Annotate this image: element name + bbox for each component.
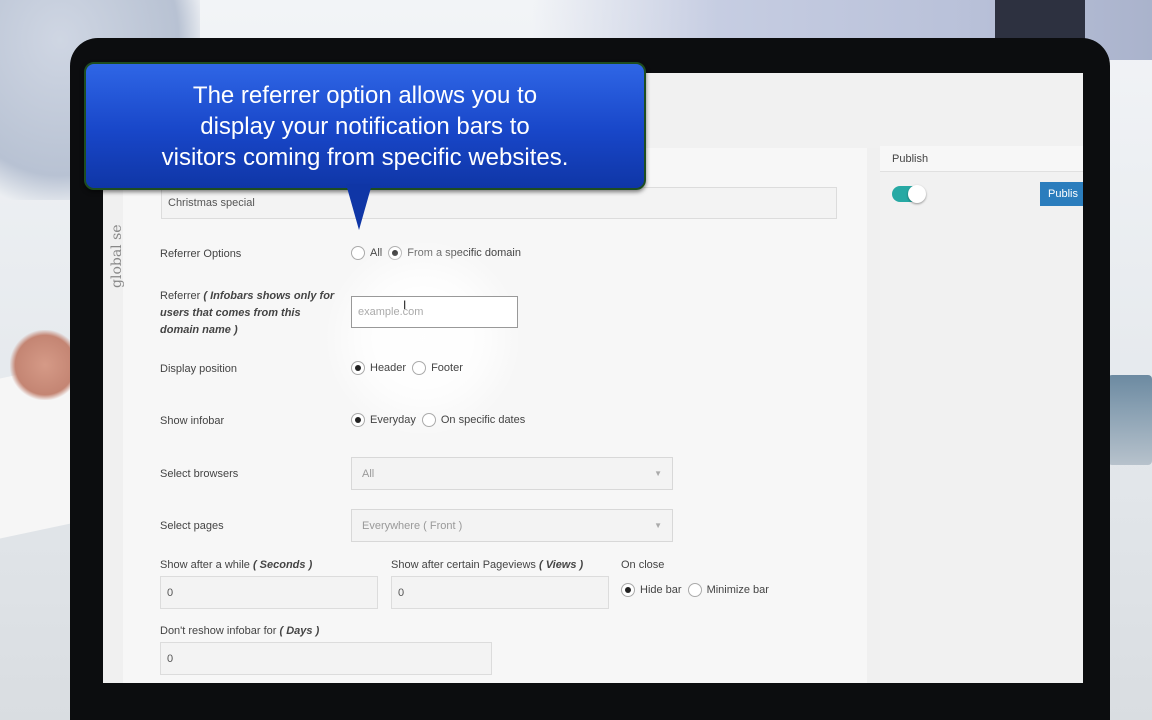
dont-reshow-label: Don't reshow infobar for ( Days )	[160, 625, 320, 637]
chevron-down-icon: ▼	[654, 521, 662, 530]
radio-everyday[interactable]: Everyday	[351, 413, 416, 427]
pages-select-value: Everywhere ( Front )	[362, 519, 463, 532]
publish-panel: Publish Publis	[880, 146, 1083, 683]
pages-select[interactable]: Everywhere ( Front ) ▼	[351, 509, 673, 542]
display-position-label: Display position	[160, 363, 238, 375]
show-after-while-label: Show after a while ( Seconds )	[160, 559, 313, 571]
referrer-domain-input[interactable]: example.com	[351, 296, 518, 328]
radio-minimize-bar[interactable]: Minimize bar	[687, 583, 769, 597]
radio-hide-bar[interactable]: Hide bar	[621, 583, 682, 597]
pageviews-input[interactable]: 0	[391, 576, 609, 609]
on-close-label: On close	[621, 559, 665, 571]
on-close-radios: Hide bar Minimize bar	[621, 583, 775, 597]
settings-fields: example.com Display position Header Foot…	[123, 148, 867, 683]
publish-title: Publish	[880, 146, 1083, 172]
seconds-input[interactable]: 0	[160, 576, 378, 609]
radio-specific-dates[interactable]: On specific dates	[421, 413, 525, 427]
select-pages-label: Select pages	[160, 520, 224, 532]
browsers-select-value: All	[362, 467, 375, 480]
text-cursor-icon: I	[403, 298, 407, 312]
select-browsers-label: Select browsers	[160, 468, 239, 480]
callout-pointer	[346, 184, 372, 230]
radio-footer[interactable]: Footer	[412, 361, 463, 375]
tutorial-callout: The referrer option allows you to displa…	[84, 62, 646, 190]
publish-button[interactable]: Publis	[1040, 182, 1083, 206]
display-position-radios: Header Footer	[351, 361, 469, 375]
show-infobar-radios: Everyday On specific dates	[351, 413, 531, 427]
show-after-pageviews-label: Show after certain Pageviews ( Views )	[391, 559, 584, 571]
show-infobar-label: Show infobar	[160, 415, 225, 427]
chevron-down-icon: ▼	[654, 469, 662, 478]
status-toggle[interactable]	[892, 185, 926, 203]
browsers-select[interactable]: All ▼	[351, 457, 673, 490]
radio-header[interactable]: Header	[351, 361, 406, 375]
toggle-knob	[908, 185, 926, 203]
callout-text: The referrer option allows you to displa…	[161, 81, 569, 171]
pen	[1108, 375, 1152, 465]
days-input[interactable]: 0	[160, 642, 492, 675]
